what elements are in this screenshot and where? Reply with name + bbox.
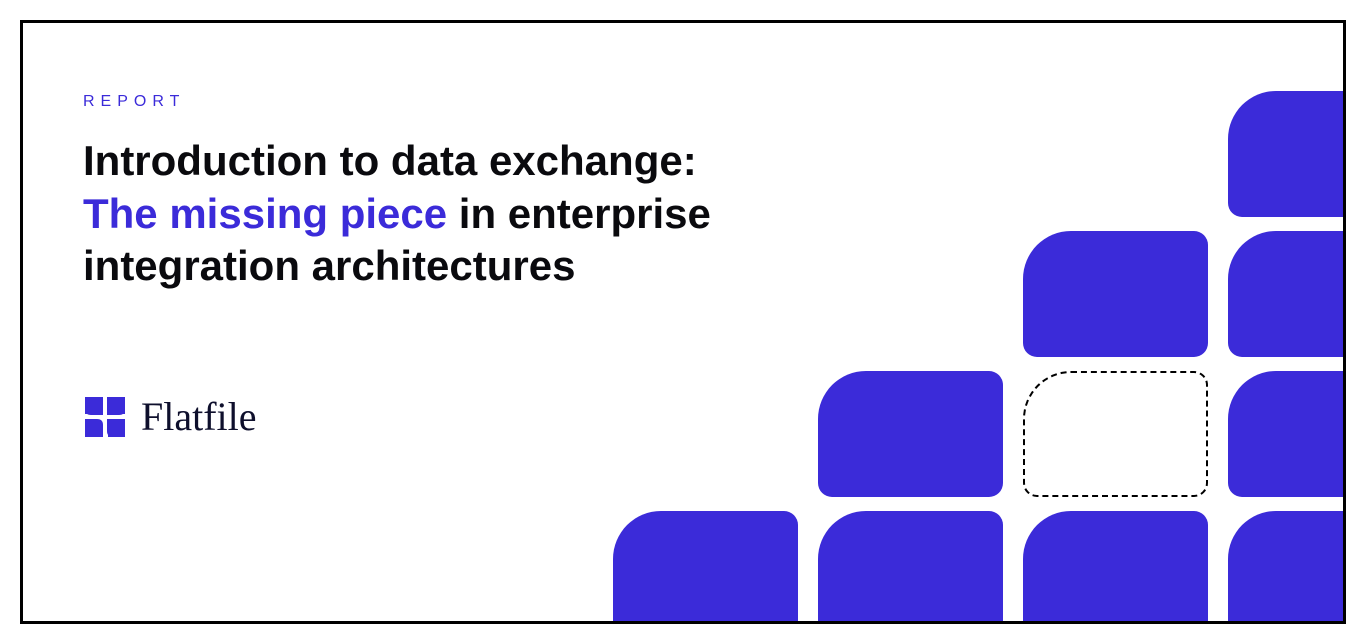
decor-tile bbox=[1023, 511, 1208, 624]
decor-tile bbox=[613, 511, 798, 624]
decor-tile bbox=[818, 371, 1003, 497]
decor-tile bbox=[1228, 511, 1346, 624]
headline: Introduction to data exchange: The missi… bbox=[83, 135, 863, 293]
headline-line-1: Introduction to data exchange: bbox=[83, 137, 697, 184]
headline-accent: The missing piece bbox=[83, 190, 447, 237]
decor-tile bbox=[1228, 371, 1346, 497]
decor-tile-missing bbox=[1023, 371, 1208, 497]
report-cover: REPORT Introduction to data exchange: Th… bbox=[20, 20, 1346, 624]
decor-tile bbox=[818, 511, 1003, 624]
content-block: REPORT Introduction to data exchange: Th… bbox=[83, 93, 1283, 293]
flatfile-logo-icon bbox=[83, 395, 127, 439]
brand-name: Flatfile bbox=[141, 393, 257, 440]
eyebrow-label: REPORT bbox=[83, 93, 1283, 111]
brand-lockup: Flatfile bbox=[83, 393, 257, 440]
